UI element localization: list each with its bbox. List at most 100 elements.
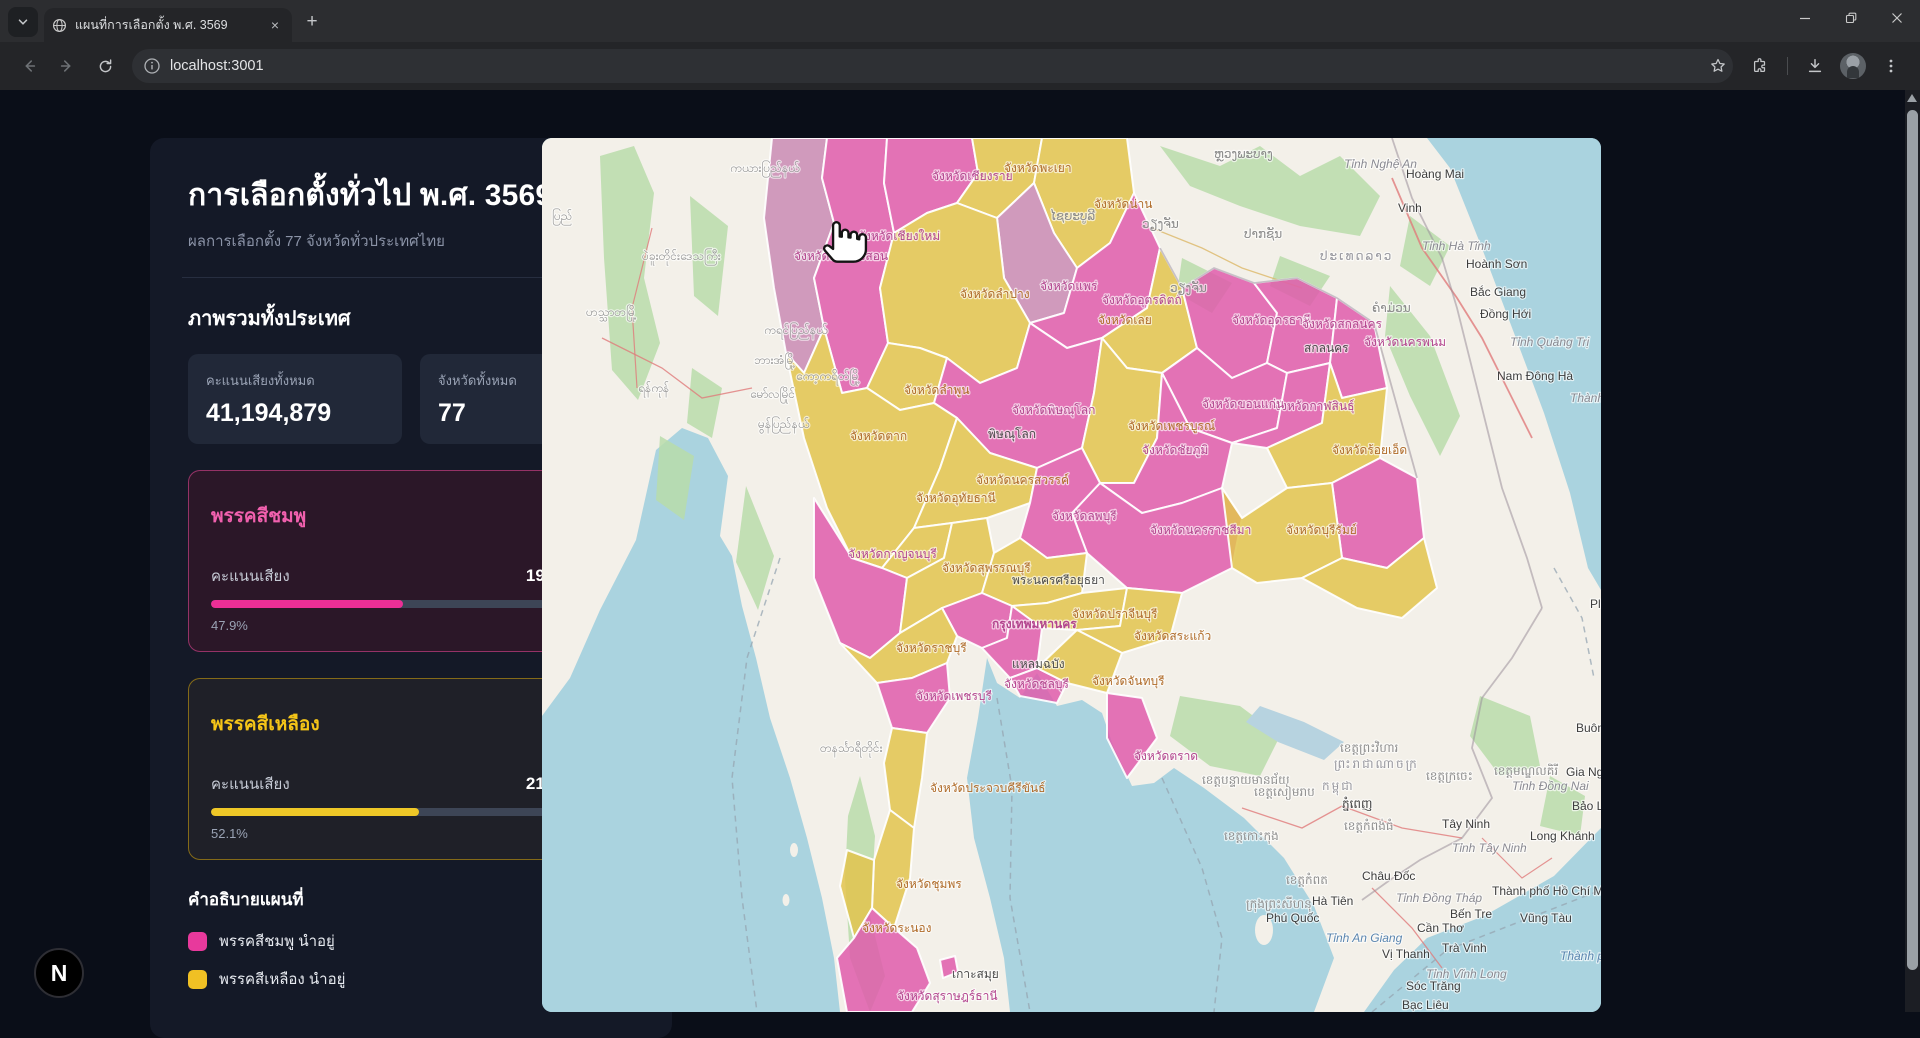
window-controls (1782, 0, 1920, 36)
map-label: จังหวัดสุราษฎร์ธานี (897, 989, 998, 1004)
map-label: ខេត្តសៀមរាប (1254, 784, 1315, 800)
back-button[interactable] (12, 49, 46, 83)
address-bar[interactable]: localhost:3001 (132, 49, 1733, 83)
map-label: จังหวัดระนอง (862, 921, 932, 935)
map-label: Đồng Hới (1480, 307, 1531, 321)
map-label: Thành phố Hồ Chí Minh (1492, 884, 1601, 898)
toolbar-divider (1787, 57, 1788, 75)
map-label: Bến Tre (1450, 907, 1492, 921)
window-restore-button[interactable] (1828, 0, 1874, 36)
map-label: Buôn Ma Thuột (1576, 721, 1601, 735)
browser-tab-strip: แผนที่การเลือกตั้ง พ.ศ. 3569 × + (0, 0, 1920, 42)
browser-tab[interactable]: แผนที่การเลือกตั้ง พ.ศ. 3569 × (44, 8, 292, 42)
election-map[interactable]: จังหวัดแม่ฮ่องสอนจังหวัดเชียงใหม่จังหวัด… (542, 138, 1601, 1012)
map-label: จังหวัดสกลนคร (1302, 317, 1383, 331)
map-label: จังหวัดเพชรบูรณ์ (1128, 419, 1215, 434)
map-label: Gia Nghĩa (1566, 765, 1601, 779)
map-label: จังหวัดประจวบคีรีขันธ์ (930, 781, 1045, 795)
nextjs-dev-badge[interactable]: N (34, 948, 84, 998)
map-label: ខេត្តព្រះវិហារ (1340, 740, 1399, 755)
tab-search-button[interactable] (8, 7, 38, 37)
map-label: จังหวัดอุดรธานี (1232, 313, 1311, 328)
map-label: Tây Ninh (1442, 817, 1490, 831)
forward-button[interactable] (50, 49, 84, 83)
map-label: Long Khánh (1530, 829, 1595, 843)
map-label: ໄຊຍະບູລີ (1050, 208, 1095, 224)
map-label: Thành phố Huế (1570, 391, 1601, 405)
map-label: กรุงเทพมหานคร (992, 617, 1077, 632)
tab-close-button[interactable]: × (266, 16, 284, 34)
site-info-icon[interactable] (144, 58, 160, 74)
map-label: จังหวัดชลบุรี (1004, 677, 1069, 692)
map-label: Sóc Trăng (1406, 979, 1461, 993)
map-label: ព្រះរាជាណាចក្រ (1334, 757, 1419, 771)
map-label: Tỉnh Quảng Trị (1510, 335, 1589, 349)
kebab-menu-icon (1883, 58, 1899, 74)
window-close-button[interactable] (1874, 0, 1920, 36)
minimize-icon (1799, 12, 1811, 24)
map-label: Nam Đông Hà (1497, 369, 1573, 383)
window-minimize-button[interactable] (1782, 0, 1828, 36)
map-label: Tỉnh Tây Ninh (1452, 841, 1527, 855)
scrollbar-thumb[interactable] (1907, 110, 1918, 970)
extensions-button[interactable] (1743, 49, 1777, 83)
forward-arrow-icon (58, 57, 76, 75)
yellow-swatch (188, 970, 207, 989)
page-scrollbar[interactable] (1905, 90, 1920, 1012)
map-label: จังหวัดแพร่ (1040, 279, 1098, 293)
map-label: จังหวัดพิษณุโลก (1012, 403, 1095, 418)
map-label: จังหวัดชัยภูมิ (1142, 443, 1208, 458)
map-label: จังหวัดตราด (1134, 749, 1198, 763)
stat-card-total-votes: คะแนนเสียงทั้งหมด 41,194,879 (188, 354, 402, 444)
islet (783, 894, 790, 906)
map-label: Bảo Lộc (1572, 799, 1601, 813)
map-label: จังหวัดลำพูน (904, 383, 970, 398)
reload-icon (97, 58, 114, 75)
url-text[interactable]: localhost:3001 (170, 58, 1709, 74)
map-label: ປະເທດລາວ (1320, 249, 1393, 263)
map-label: จังหวัดชุมพร (896, 877, 962, 892)
map-label: จังหวัดเลย (1098, 313, 1152, 327)
map-label: Vị Thanh (1382, 947, 1430, 961)
stat-label: คะแนนเสียงทั้งหมด (206, 370, 384, 391)
map-label: จังหวัดนครพนม (1364, 335, 1446, 349)
map-label: จังหวัดลพบุรี (1052, 509, 1117, 524)
map-label: จังหวัดจันทบุรี (1092, 674, 1165, 689)
reload-button[interactable] (88, 49, 122, 83)
map-label: ຫຼວງພະບາງ (1214, 147, 1273, 161)
back-arrow-icon (20, 57, 38, 75)
map-label: Thành phố Hồ Chí Minh (1560, 949, 1601, 963)
map-label: ក្រុងព្រះសីហនុ (1246, 896, 1312, 912)
tab-title: แผนที่การเลือกตั้ง พ.ศ. 3569 (75, 15, 258, 35)
map-label: ភ្នំពេញ (1342, 796, 1372, 811)
new-tab-button[interactable]: + (298, 8, 326, 36)
download-icon (1806, 57, 1824, 75)
browser-menu-button[interactable] (1874, 49, 1908, 83)
map-canvas[interactable]: จังหวัดแม่ฮ่องสอนจังหวัดเชียงใหม่จังหวัด… (542, 138, 1601, 1012)
map-label: ປາກຊັນ (1244, 227, 1282, 241)
scrollbar-up-arrow-icon[interactable] (1907, 94, 1917, 102)
party-name: พรรคสีเหลือง (211, 709, 320, 739)
bookmark-star-icon[interactable] (1709, 57, 1727, 75)
map-label: ខេត្តកំពង់ធំ (1344, 818, 1394, 833)
party-votes-label: คะแนนเสียง (211, 772, 290, 796)
party-progress-fill (211, 808, 419, 816)
map-label: Hoành Sơn (1466, 257, 1527, 271)
islet (790, 843, 798, 857)
map-label: ខេត្តកោះកុង (1224, 829, 1279, 844)
map-label: จังหวัดนครสวรรค์ (976, 473, 1069, 487)
map-label: จังหวัดปราจีนบุรี (1072, 607, 1158, 622)
profile-avatar[interactable] (1840, 53, 1866, 79)
map-label: จังหวัดร้อยเอ็ด (1332, 442, 1407, 457)
map-label: สกลนคร (1304, 341, 1349, 355)
map-label: จังหวัดอุทัยธานี (916, 491, 996, 506)
browser-toolbar: localhost:3001 (0, 42, 1920, 90)
map-label: พิษณุโลก (988, 427, 1036, 442)
party-name: พรรคสีชมพู (211, 501, 306, 531)
map-label: จังหวัดนครราชสีมา (1150, 523, 1251, 537)
map-label: Vinh (1398, 201, 1422, 215)
map-label: จังหวัดลำปาง (960, 287, 1030, 301)
downloads-button[interactable] (1798, 49, 1832, 83)
map-label: Hà Tiên (1312, 894, 1353, 908)
map-label: Bạc Liêu (1402, 998, 1449, 1012)
